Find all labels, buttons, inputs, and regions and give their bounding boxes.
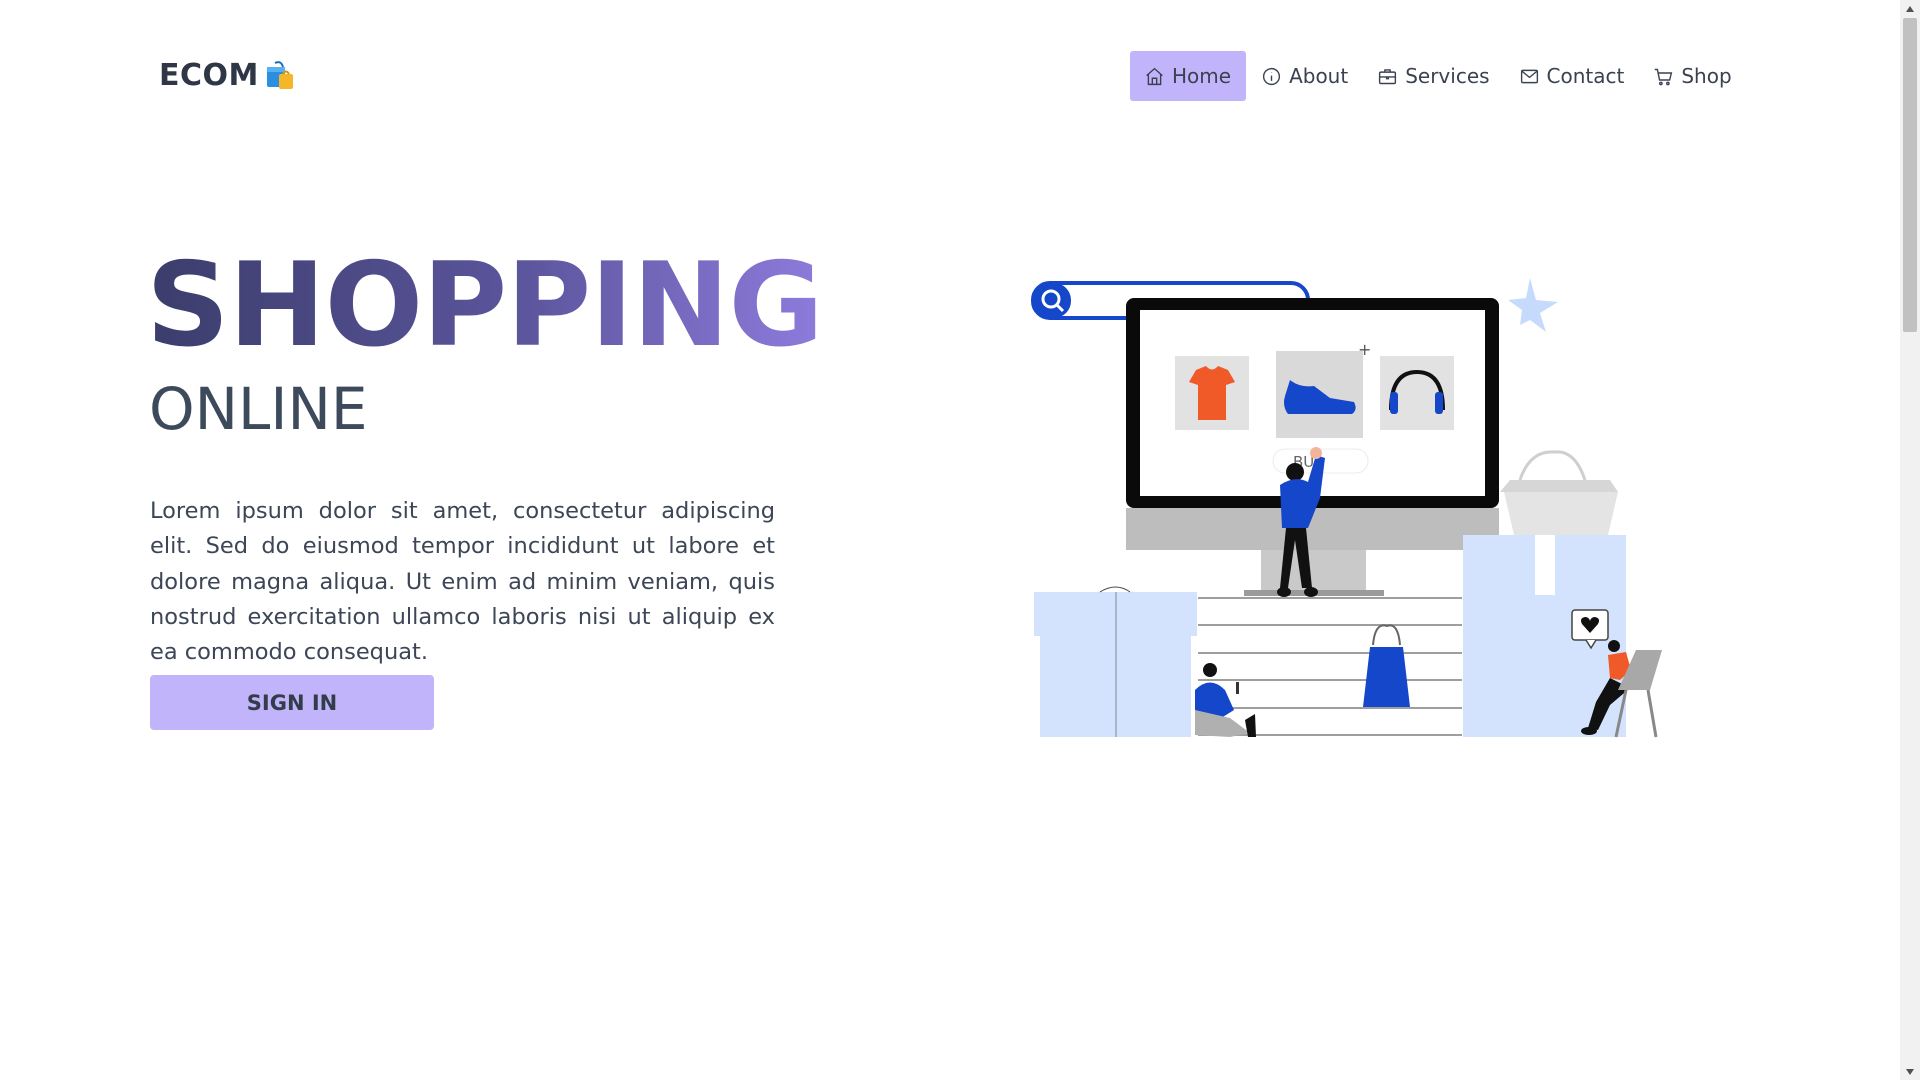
brand-name: ECOM: [159, 58, 259, 93]
nav-shop-label: Shop: [1681, 64, 1732, 88]
scroll-up-icon[interactable]: [1900, 0, 1920, 17]
hero-title: SHOPPING: [146, 238, 824, 373]
shopping-bag-icon: [266, 60, 293, 89]
nav-about-label: About: [1289, 64, 1349, 88]
hero-subtitle: ONLINE: [149, 375, 368, 443]
briefcase-icon: [1379, 68, 1397, 84]
nav-shop[interactable]: Shop: [1639, 51, 1745, 101]
star-icon: [1508, 278, 1558, 332]
nav-contact-label: Contact: [1546, 64, 1625, 88]
sign-in-button[interactable]: SIGN IN: [150, 675, 434, 730]
nav-services[interactable]: Services: [1363, 51, 1503, 101]
page-scrollbar[interactable]: [1900, 0, 1920, 1080]
info-icon: [1262, 67, 1281, 85]
stairs-graphic: [1198, 597, 1462, 736]
nav-contact[interactable]: Contact: [1505, 51, 1639, 101]
shopping-bag-graphic: [1363, 624, 1410, 707]
gift-box-left: [1034, 586, 1197, 737]
nav-home[interactable]: Home: [1130, 51, 1247, 101]
cart-icon: [1655, 68, 1673, 85]
monitor-graphic: + BU: [1126, 298, 1499, 596]
nav-home-label: Home: [1172, 64, 1232, 88]
brand-logo[interactable]: ECOM: [159, 58, 297, 93]
woman-figure: [1195, 663, 1256, 737]
main-nav: Home About Services Contact Shop: [1130, 51, 1747, 101]
hero-description: Lorem ipsum dolor sit amet, consectetur …: [150, 498, 775, 666]
online-shopping-illustration: + BU: [1031, 278, 1662, 738]
plus-icon: +: [1358, 340, 1371, 359]
scroll-down-icon[interactable]: [1900, 1063, 1920, 1080]
nav-services-label: Services: [1405, 64, 1490, 88]
nav-about[interactable]: About: [1247, 51, 1362, 101]
mail-icon: [1520, 69, 1538, 83]
home-icon: [1146, 67, 1163, 85]
scrollbar-thumb[interactable]: [1903, 18, 1917, 332]
